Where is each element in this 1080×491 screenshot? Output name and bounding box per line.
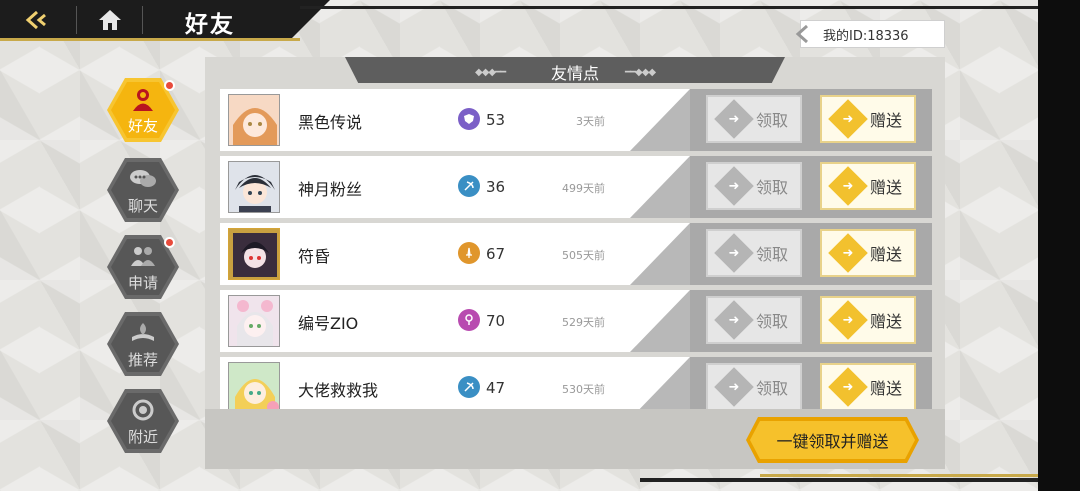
nav-item-nearby[interactable]: 附近 bbox=[103, 389, 183, 465]
gift-label: 赠送 bbox=[869, 178, 902, 197]
panel-title: 友情点 bbox=[550, 64, 599, 83]
friend-row: 编号ZIO 70 529天前 ➜ 领取 ➜ 赠送 bbox=[220, 290, 932, 352]
request-icon bbox=[131, 246, 155, 266]
claim-label: 领取 bbox=[755, 178, 788, 197]
bow-class-icon bbox=[458, 376, 480, 398]
nav-label: 好友 bbox=[127, 116, 158, 135]
claim-all-and-gift-button[interactable]: 一键领取并赠送 bbox=[750, 421, 915, 459]
nav-item-requests[interactable]: 申请 bbox=[103, 235, 183, 311]
gift-button[interactable]: ➜ 赠送 bbox=[820, 229, 916, 277]
friend-name: 符昏 bbox=[298, 247, 331, 266]
gift-label: 赠送 bbox=[869, 111, 902, 130]
claim-button[interactable]: ➜ 领取 bbox=[706, 95, 802, 143]
avatar[interactable] bbox=[228, 362, 280, 409]
friend-row: 黑色传说 53 3天前 ➜ 领取 ➜ 赠送 bbox=[220, 89, 932, 151]
nav-label: 申请 bbox=[127, 273, 158, 292]
bottom-line bbox=[640, 478, 1038, 482]
nav-label: 聊天 bbox=[127, 196, 158, 215]
gift-label: 赠送 bbox=[869, 312, 902, 331]
friend-name: 编号ZIO bbox=[298, 314, 359, 333]
gift-button[interactable]: ➜ 赠送 bbox=[820, 95, 916, 143]
nav-item-recommend[interactable]: 推荐 bbox=[103, 312, 183, 388]
nav-item-chat[interactable]: 聊天 bbox=[103, 158, 183, 234]
recommend-icon bbox=[132, 322, 154, 341]
screen-edge bbox=[1038, 0, 1080, 491]
avatar[interactable] bbox=[228, 161, 280, 213]
last-online: 505天前 bbox=[562, 249, 605, 262]
claim-button[interactable]: ➜ 领取 bbox=[706, 162, 802, 210]
back-arrow-icon bbox=[25, 10, 46, 30]
friend-name: 黑色传说 bbox=[298, 113, 363, 132]
friend-row: 神月粉丝 36 499天前 ➜ 领取 ➜ 赠送 bbox=[220, 156, 932, 218]
chevron-left-icon bbox=[795, 24, 808, 44]
friends-panel: ◆◆◆━━ ━━◆◆◆ 友情点 黑色传说 53 3天前 ➜ 领取 ➜ 赠送 神月… bbox=[205, 57, 945, 469]
notification-badge bbox=[164, 237, 175, 248]
last-online: 499天前 bbox=[562, 182, 605, 195]
friend-name: 大佬救救我 bbox=[298, 381, 379, 400]
friend-list[interactable]: 黑色传说 53 3天前 ➜ 领取 ➜ 赠送 神月粉丝 36 499天前 ➜ 领取 ➜ 赠… bbox=[220, 87, 932, 409]
friend-level: 47 bbox=[486, 379, 506, 397]
separator bbox=[76, 6, 77, 34]
panel-header: ◆◆◆━━ ━━◆◆◆ 友情点 bbox=[205, 57, 945, 87]
claim-label: 领取 bbox=[755, 245, 788, 264]
home-icon bbox=[99, 10, 121, 30]
gift-button[interactable]: ➜ 赠送 bbox=[820, 162, 916, 210]
sword-class-icon bbox=[458, 242, 480, 264]
nav-hex: 聊天 bbox=[107, 158, 179, 222]
gift-label: 赠送 bbox=[869, 245, 902, 264]
friend-level: 70 bbox=[486, 312, 506, 330]
last-online: 529天前 bbox=[562, 316, 605, 329]
friend-level: 53 bbox=[486, 111, 506, 129]
nav-label: 附近 bbox=[127, 427, 158, 446]
friends-icon bbox=[133, 88, 153, 111]
friend-level: 36 bbox=[486, 178, 506, 196]
nav-label: 推荐 bbox=[127, 350, 158, 369]
last-online: 530天前 bbox=[562, 383, 605, 396]
bow-class-icon bbox=[458, 175, 480, 197]
title-underline bbox=[0, 38, 300, 41]
claim-label: 领取 bbox=[755, 379, 788, 398]
gift-button[interactable]: ➜ 赠送 bbox=[820, 363, 916, 409]
gift-label: 赠送 bbox=[869, 379, 902, 398]
my-id-box: 我的ID:18336 bbox=[795, 20, 945, 48]
claim-button[interactable]: ➜ 领取 bbox=[706, 296, 802, 344]
claim-label: 领取 bbox=[755, 111, 788, 130]
home-button[interactable] bbox=[92, 6, 128, 34]
avatar[interactable] bbox=[228, 228, 280, 280]
shield-class-icon bbox=[458, 108, 480, 130]
chat-icon bbox=[130, 169, 156, 187]
nearby-icon bbox=[132, 399, 154, 420]
back-button[interactable] bbox=[18, 6, 58, 34]
notification-badge bbox=[164, 80, 175, 91]
avatar[interactable] bbox=[228, 295, 280, 347]
bottom-gold-line bbox=[760, 474, 1038, 477]
staff-class-icon bbox=[458, 309, 480, 331]
nav-item-friends[interactable]: 好友 bbox=[103, 78, 183, 154]
last-online: 3天前 bbox=[576, 115, 605, 128]
gift-button[interactable]: ➜ 赠送 bbox=[820, 296, 916, 344]
friend-name: 神月粉丝 bbox=[298, 180, 363, 199]
claim-button[interactable]: ➜ 领取 bbox=[706, 229, 802, 277]
claim-label: 领取 bbox=[755, 312, 788, 331]
top-line bbox=[300, 6, 1038, 9]
friend-level: 67 bbox=[486, 245, 506, 263]
claim-button[interactable]: ➜ 领取 bbox=[706, 363, 802, 409]
page-title: 好友 bbox=[185, 12, 235, 38]
nav-hex: 推荐 bbox=[107, 312, 179, 376]
friends-screen: 好友 我的ID:18336 好友 聊天 申请 推荐 附近 ◆◆◆━━ ━━◆◆◆… bbox=[0, 0, 1038, 491]
claim-all-label: 一键领取并赠送 bbox=[776, 432, 889, 451]
avatar[interactable] bbox=[228, 94, 280, 146]
friend-row: 符昏 67 505天前 ➜ 领取 ➜ 赠送 bbox=[220, 223, 932, 285]
friend-row: 大佬救救我 47 530天前 ➜ 领取 ➜ 赠送 bbox=[220, 357, 932, 409]
nav-hex: 附近 bbox=[107, 389, 179, 453]
my-id-text: 我的ID:18336 bbox=[823, 28, 909, 44]
separator bbox=[142, 6, 143, 34]
